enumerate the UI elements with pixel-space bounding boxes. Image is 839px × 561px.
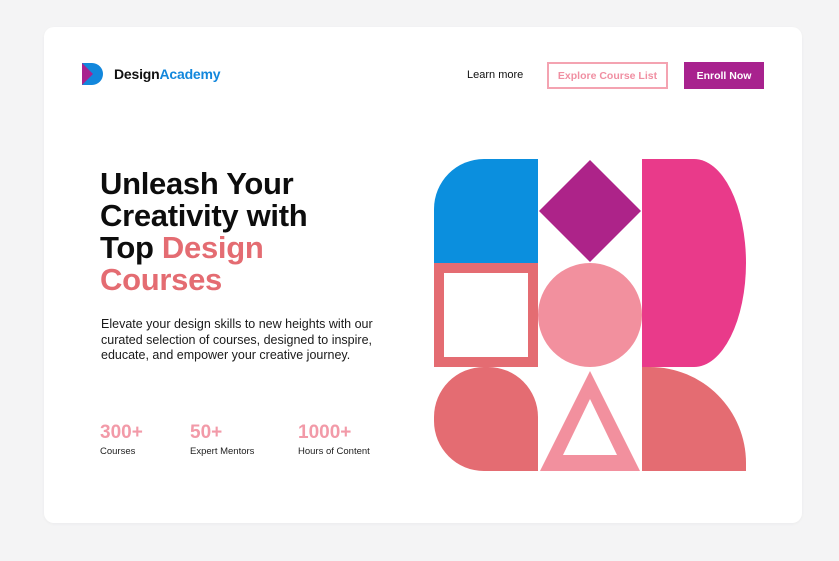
rounded-blue-tile [434,159,538,263]
stat-value: 1000+ [298,422,352,443]
hero-description: Elevate your design skills to new height… [101,317,373,362]
hero-illustration [434,159,746,471]
stat-value: 300+ [100,422,143,443]
magenta-diamond [539,160,641,262]
hero-title-line2: Creativity with [100,198,308,233]
hero-card: DesignAcademy Learn more Explore Course … [44,27,802,523]
logo-icon [82,63,103,85]
stat-hours: 1000+ Hours of Content [298,422,370,457]
enroll-now-button[interactable]: Enroll Now [684,62,764,89]
stat-mentors: 50+ Expert Mentors [190,422,254,457]
coral-quarter-tile [434,367,538,471]
pink-circle [538,263,642,367]
coral-square-outline [434,263,538,367]
explore-course-list-button[interactable]: Explore Course List [547,62,668,89]
brand-name-part1: Design [114,66,160,82]
brand-name-part2: Academy [159,66,221,82]
coral-quarter-shape [642,367,746,471]
stat-label: Expert Mentors [190,446,255,457]
stat-value: 50+ [190,422,223,443]
stat-courses: 300+ Courses [100,422,143,457]
learn-more-link[interactable]: Learn more [467,69,523,81]
hero-title-line3-prefix: Top [100,230,162,265]
brand-name: DesignAcademy [114,66,221,82]
brand-logo[interactable]: DesignAcademy [82,63,221,85]
hero-title-line1: Unleash Your [100,166,294,201]
stat-label: Hours of Content [298,446,370,457]
hero-title-accent-courses: Courses [100,262,222,297]
hero-title-accent-design: Design [161,230,264,265]
pink-d-shape [642,159,746,367]
hero-title: Unleash Your Creativity with Top Design … [100,168,400,296]
stat-label: Courses [100,446,136,457]
